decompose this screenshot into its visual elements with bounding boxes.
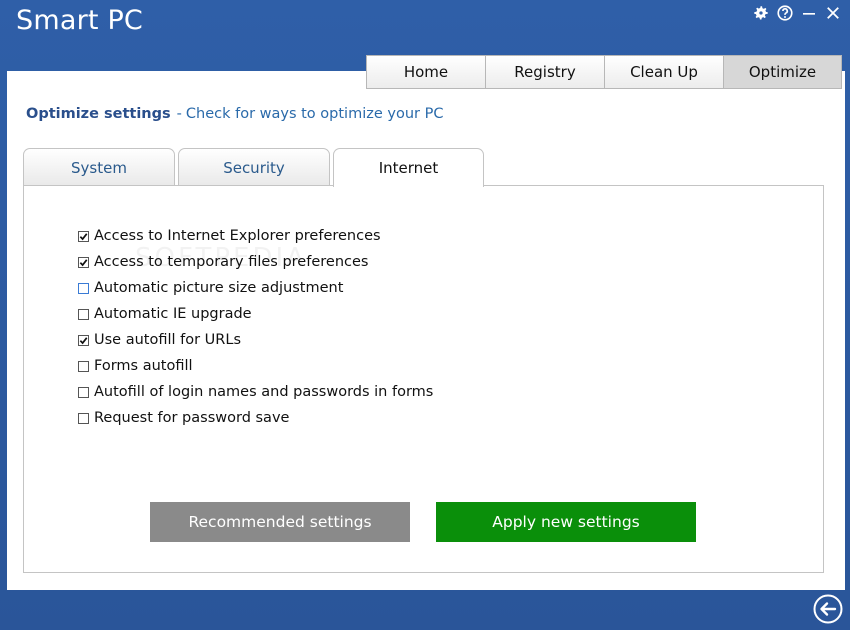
tab-clean-up[interactable]: Clean Up [604, 55, 723, 89]
checkbox-ie-upgrade[interactable] [78, 308, 89, 320]
section-title: Optimize settings [26, 106, 171, 122]
help-icon [777, 5, 793, 21]
check-icon [79, 336, 88, 344]
help-button[interactable] [776, 4, 794, 22]
subtab-internet[interactable]: Internet [333, 148, 484, 187]
options-list: Access to Internet Explorer preferences … [78, 223, 433, 431]
option-label: Access to Internet Explorer preferences [94, 228, 381, 244]
apply-settings-button[interactable]: Apply new settings [436, 502, 696, 542]
checkbox-ie-preferences[interactable] [78, 230, 89, 242]
checkbox-autofill-urls[interactable] [78, 334, 89, 346]
check-icon [79, 258, 88, 266]
option-label: Autofill of login names and passwords in… [94, 384, 434, 400]
tab-home[interactable]: Home [366, 55, 485, 89]
checkbox-picture-size-adjustment[interactable] [78, 282, 89, 294]
tab-registry[interactable]: Registry [485, 55, 604, 89]
option-label: Use autofill for URLs [94, 332, 241, 348]
window-controls [752, 4, 842, 22]
checkbox-autofill-login[interactable] [78, 386, 89, 398]
check-icon [79, 232, 88, 240]
recommended-settings-button[interactable]: Recommended settings [150, 502, 410, 542]
list-item: Access to temporary files preferences [78, 249, 433, 275]
section-heading: Optimize settings - Check for ways to opti… [26, 106, 443, 122]
settings-button[interactable] [752, 4, 770, 22]
gear-icon [754, 6, 768, 20]
option-label: Automatic IE upgrade [94, 306, 252, 322]
list-item: Use autofill for URLs [78, 327, 433, 353]
close-icon [827, 7, 839, 19]
app-window: Smart PC Home Registry Clean Up Optimize… [0, 0, 850, 630]
list-item: Automatic IE upgrade [78, 301, 433, 327]
option-label: Automatic picture size adjustment [94, 280, 344, 296]
section-subtitle: Check for ways to optimize your PC [185, 106, 444, 122]
option-label: Forms autofill [94, 358, 193, 374]
app-title: Smart PC [16, 5, 143, 36]
main-nav-tabs: Home Registry Clean Up Optimize [366, 55, 842, 90]
list-item: Access to Internet Explorer preferences [78, 223, 433, 249]
tab-optimize[interactable]: Optimize [723, 55, 842, 89]
list-item: Forms autofill [78, 353, 433, 379]
back-arrow-icon [813, 594, 843, 624]
minimize-button[interactable] [800, 4, 818, 22]
option-label: Access to temporary files preferences [94, 254, 369, 270]
checkbox-forms-autofill[interactable] [78, 360, 89, 372]
heading-separator: - [176, 106, 182, 122]
back-button[interactable] [812, 593, 844, 625]
checkbox-temp-files-preferences[interactable] [78, 256, 89, 268]
option-label: Request for password save [94, 410, 290, 426]
subtab-system[interactable]: System [23, 148, 175, 186]
minimize-icon [803, 13, 815, 15]
list-item: Autofill of login names and passwords in… [78, 379, 433, 405]
checkbox-password-save[interactable] [78, 412, 89, 424]
close-button[interactable] [824, 4, 842, 22]
subtab-security[interactable]: Security [178, 148, 330, 186]
list-item: Request for password save [78, 405, 433, 431]
list-item: Automatic picture size adjustment [78, 275, 433, 301]
